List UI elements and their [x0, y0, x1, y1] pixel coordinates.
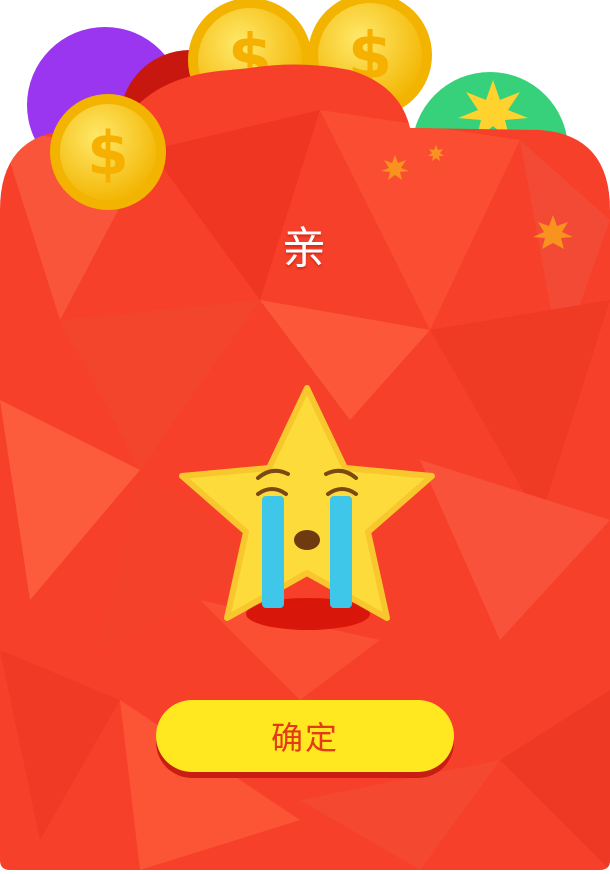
svg-text:$: $: [87, 119, 129, 189]
dialog-title: 亲: [282, 223, 328, 274]
dollar-coin-icon: $: [50, 94, 166, 210]
red-envelope-dialog: $ $ $ 亲 确定: [0, 0, 610, 870]
confirm-button[interactable]: 确定: [156, 700, 454, 772]
